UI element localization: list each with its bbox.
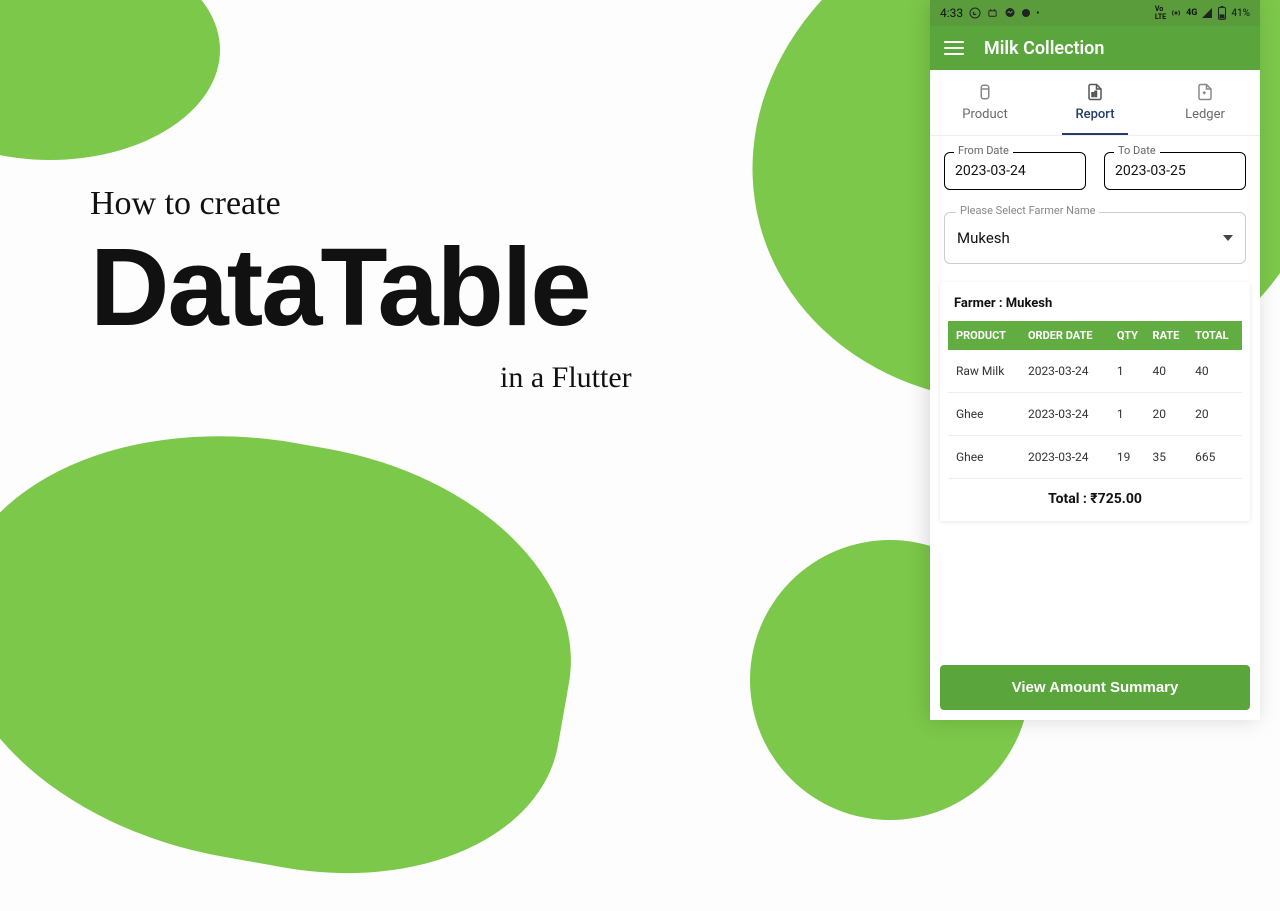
- farmer-select-wrap[interactable]: Please Select Farmer Name Mukesh: [944, 212, 1246, 264]
- tab-label: Report: [1075, 107, 1114, 122]
- status-time: 4:33: [940, 6, 963, 20]
- cell-product: Ghee: [948, 436, 1024, 479]
- bottom-button-wrap: View Amount Summary: [930, 655, 1260, 720]
- cell-product: Ghee: [948, 393, 1024, 436]
- signal-icon: [1201, 7, 1213, 19]
- tab-report[interactable]: Report: [1040, 70, 1150, 135]
- title-main: DataTable: [90, 233, 632, 343]
- cell-rate: 35: [1149, 436, 1192, 479]
- col-product: PRODUCT: [948, 321, 1024, 350]
- hotspot-icon: [1170, 7, 1182, 19]
- app-title: Milk Collection: [984, 38, 1104, 59]
- notification-icon: [987, 8, 998, 19]
- dot-icon: [1022, 9, 1030, 17]
- messenger-icon: [1004, 7, 1016, 19]
- status-right: VoLTE 4G 41%: [1155, 5, 1250, 21]
- cell-qty: 1: [1113, 393, 1149, 436]
- whatsapp-icon: [969, 7, 981, 19]
- col-total: TOTAL: [1191, 321, 1242, 350]
- report-icon: [1086, 83, 1104, 101]
- cell-qty: 1: [1113, 350, 1149, 393]
- from-date-label: From Date: [954, 144, 1013, 157]
- from-date-value: 2023-03-24: [944, 152, 1086, 190]
- tab-label: Product: [962, 107, 1007, 122]
- cell-rate: 40: [1149, 350, 1192, 393]
- bg-blob: [0, 0, 220, 160]
- bg-blob: [0, 389, 602, 910]
- col-qty: QTY: [1113, 321, 1149, 350]
- battery-icon: [1217, 6, 1227, 20]
- phone-mockup: 4:33 • VoLTE 4G 41%: [930, 0, 1260, 720]
- cell-total: 665: [1191, 436, 1242, 479]
- to-date-field[interactable]: To Date 2023-03-25: [1104, 152, 1246, 190]
- table-row: Raw Milk 2023-03-24 1 40 40: [948, 350, 1242, 393]
- view-summary-button[interactable]: View Amount Summary: [940, 665, 1250, 710]
- tabs: Product Report Ledger: [930, 70, 1260, 136]
- tab-ledger[interactable]: Ledger: [1150, 70, 1260, 135]
- col-orderdate: ORDER DATE: [1024, 321, 1113, 350]
- cell-date: 2023-03-24: [1024, 436, 1113, 479]
- status-bar: 4:33 • VoLTE 4G 41%: [930, 0, 1260, 26]
- farmer-select: Mukesh: [944, 212, 1246, 264]
- table-row: Ghee 2023-03-24 1 20 20: [948, 393, 1242, 436]
- table-header-row: PRODUCT ORDER DATE QTY RATE TOTAL: [948, 321, 1242, 350]
- form-area: From Date 2023-03-24 To Date 2023-03-25 …: [930, 136, 1260, 274]
- status-left: 4:33 •: [940, 6, 1040, 20]
- battery-pct: 41%: [1231, 8, 1250, 19]
- data-table: PRODUCT ORDER DATE QTY RATE TOTAL Raw Mi…: [948, 321, 1242, 479]
- lte-icon: VoLTE: [1155, 5, 1166, 21]
- cell-date: 2023-03-24: [1024, 393, 1113, 436]
- tab-label: Ledger: [1185, 107, 1225, 122]
- cell-qty: 19: [1113, 436, 1149, 479]
- app-bar: Milk Collection: [930, 26, 1260, 70]
- table-row: Ghee 2023-03-24 19 35 665: [948, 436, 1242, 479]
- farmer-value: Mukesh: [957, 229, 1010, 247]
- chevron-down-icon: [1223, 235, 1233, 241]
- product-icon: [976, 83, 994, 101]
- title-line1: How to create: [90, 185, 632, 223]
- farmer-heading: Farmer : Mukesh: [948, 294, 1242, 321]
- tab-product[interactable]: Product: [930, 70, 1040, 135]
- cell-rate: 20: [1149, 393, 1192, 436]
- cell-date: 2023-03-24: [1024, 350, 1113, 393]
- result-card: Farmer : Mukesh PRODUCT ORDER DATE QTY R…: [940, 282, 1250, 521]
- ledger-icon: [1196, 83, 1214, 101]
- col-rate: RATE: [1149, 321, 1192, 350]
- date-row: From Date 2023-03-24 To Date 2023-03-25: [944, 152, 1246, 190]
- to-date-label: To Date: [1114, 144, 1160, 157]
- cell-total: 20: [1191, 393, 1242, 436]
- more-dot: •: [1036, 8, 1039, 19]
- cell-product: Raw Milk: [948, 350, 1024, 393]
- farmer-label: Please Select Farmer Name: [956, 204, 1099, 217]
- to-date-value: 2023-03-25: [1104, 152, 1246, 190]
- title-block: How to create DataTable in a Flutter: [90, 185, 632, 395]
- menu-icon[interactable]: [944, 41, 964, 55]
- total-label: Total : ₹725.00: [948, 479, 1242, 507]
- from-date-field[interactable]: From Date 2023-03-24: [944, 152, 1086, 190]
- cell-total: 40: [1191, 350, 1242, 393]
- title-line3: in a Flutter: [500, 361, 632, 395]
- network-indicator: 4G: [1186, 8, 1197, 18]
